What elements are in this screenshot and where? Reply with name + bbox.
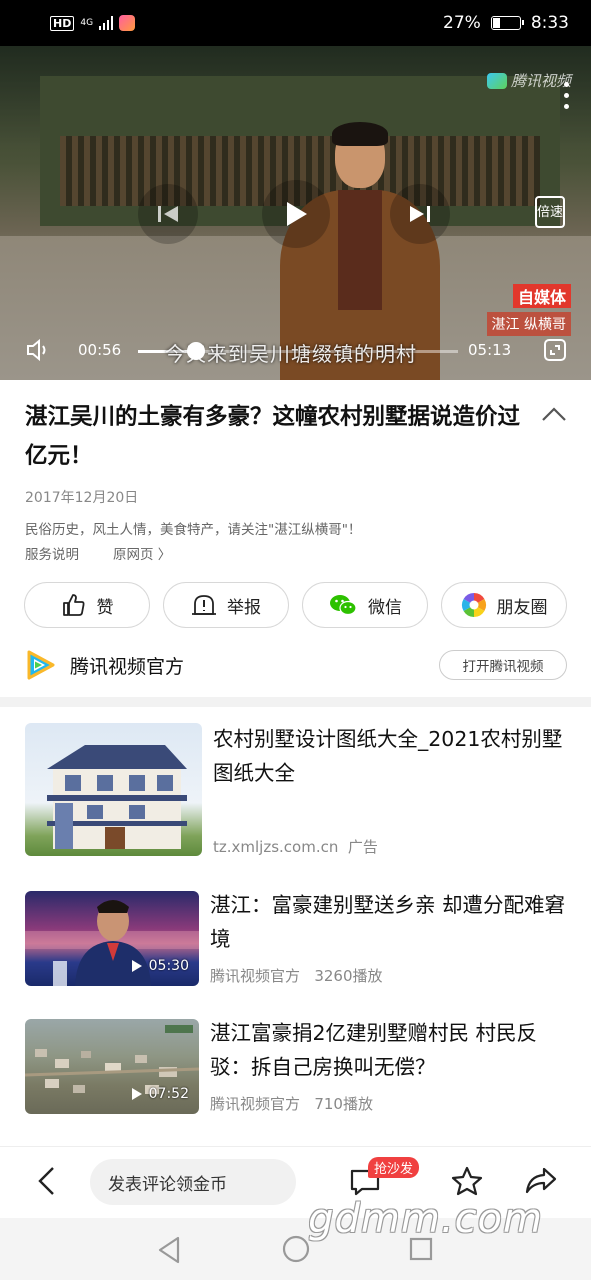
open-tencent-video-button[interactable]: 打开腾讯视频	[439, 650, 567, 680]
current-time: 00:56	[78, 341, 122, 359]
item-meta: 腾讯视频官方 710播放	[210, 1093, 373, 1114]
status-bar: HD 4G 27% 8:33	[0, 0, 591, 46]
play-count: 710播放	[314, 1095, 373, 1113]
total-duration: 05:13	[468, 341, 512, 359]
article-links: 服务说明 原网页 〉	[25, 543, 171, 563]
wechat-icon	[330, 595, 357, 616]
back-icon[interactable]	[36, 1165, 56, 1197]
play-icon	[131, 960, 142, 972]
original-page-label: 原网页	[113, 547, 154, 563]
item-title[interactable]: 湛江富豪捐2亿建别墅赠村民 村民反驳：拆自己房换叫无偿？	[210, 1016, 565, 1084]
duration-text: 05:30	[148, 958, 189, 974]
like-label: 赞	[96, 597, 114, 618]
clock: 8:33	[530, 13, 569, 33]
sofa-badge: 抢沙发	[368, 1157, 420, 1178]
wechat-label: 微信	[368, 597, 402, 618]
network-type: 4G	[80, 17, 94, 28]
nav-back-icon[interactable]	[156, 1235, 182, 1265]
item-source: 腾讯视频官方	[210, 967, 301, 985]
item-meta: tz.xmljzs.com.cn 广告	[213, 836, 378, 857]
more-options-icon[interactable]	[564, 82, 569, 109]
article-description: 民俗历史，风土人情，美食特产，请关注"湛江纵横哥"！	[25, 522, 362, 538]
video-controls: 00:56 今天来到吴川塘缀镇的明村 05:13	[0, 322, 591, 380]
skip-previous-icon	[158, 206, 178, 222]
ad-label: 广告	[347, 838, 378, 856]
service-info-link[interactable]: 服务说明	[25, 543, 79, 563]
progress-knob[interactable]	[186, 342, 205, 360]
item-title[interactable]: 湛江：富豪建别墅送乡亲 却遭分配难窘境	[210, 888, 565, 956]
publish-date: 2017年12月20日	[25, 490, 139, 506]
comment-input[interactable]: 发表评论领金币	[90, 1159, 296, 1205]
item-title[interactable]: 农村别墅设计图纸大全_2021农村别墅图纸大全	[213, 722, 563, 790]
next-button[interactable]	[390, 184, 450, 244]
battery-percent: 27%	[443, 13, 481, 33]
share-wechat-button[interactable]: 微信	[302, 582, 428, 628]
battery-icon	[490, 16, 524, 30]
report-icon	[192, 595, 216, 615]
video-watermark: 腾讯视频	[486, 70, 571, 91]
item-thumbnail: 05:30	[25, 891, 199, 986]
report-button[interactable]: 举报	[163, 582, 289, 628]
source-name[interactable]: 腾讯视频官方	[70, 652, 184, 679]
item-meta: 腾讯视频官方 3260播放	[210, 965, 383, 986]
play-button[interactable]	[262, 180, 330, 248]
playback-speed-button[interactable]: 倍速	[535, 196, 565, 228]
moments-icon	[461, 593, 486, 617]
report-label: 举报	[227, 597, 261, 618]
item-duration: 07:52	[131, 1086, 189, 1102]
volume-icon[interactable]	[26, 338, 52, 362]
villa-image	[47, 745, 187, 849]
section-divider	[0, 697, 591, 707]
item-duration: 05:30	[131, 958, 189, 974]
play-icon	[287, 202, 307, 226]
article-title: 湛江吴川的土豪有多豪？这幢农村别墅据说造价过亿元！	[25, 404, 521, 469]
fullscreen-icon[interactable]	[543, 338, 567, 362]
favorite-star-icon[interactable]	[450, 1165, 484, 1197]
action-buttons: 赞 举报 微信 朋友圈	[24, 582, 567, 628]
item-thumbnail	[25, 723, 202, 856]
signal-icon	[99, 16, 114, 30]
list-item[interactable]: 07:52 湛江富豪捐2亿建别墅赠村民 村民反驳：拆自己房换叫无偿？ 腾讯视频官…	[0, 1018, 591, 1118]
nav-home-icon[interactable]	[282, 1235, 310, 1263]
skip-next-icon	[410, 206, 430, 222]
channel-badge-top: 自媒体	[512, 284, 571, 308]
video-watermark-text: 腾讯视频	[510, 72, 571, 90]
video-player[interactable]: 腾讯视频 倍速 自媒体 湛江 纵横哥 00:56 今天来到吴川塘缀镇的明村 05…	[0, 46, 591, 380]
chevron-right-icon: 〉	[157, 547, 172, 563]
play-icon	[131, 1088, 142, 1100]
play-count: 3260播放	[314, 967, 383, 985]
tencent-video-logo-icon	[486, 72, 507, 89]
hd-indicator: HD	[50, 15, 75, 31]
collapse-chevron-icon[interactable]	[541, 406, 567, 422]
moments-label: 朋友圈	[496, 597, 548, 618]
like-button[interactable]: 赞	[24, 582, 150, 628]
list-item[interactable]: 农村别墅设计图纸大全_2021农村别墅图纸大全 tz.xmljzs.com.cn…	[0, 722, 591, 862]
previous-button[interactable]	[138, 184, 198, 244]
duration-text: 07:52	[148, 1086, 189, 1102]
app-notification-icon	[119, 15, 136, 31]
item-thumbnail: 07:52	[25, 1019, 199, 1114]
original-page-link[interactable]: 原网页 〉	[113, 543, 171, 563]
share-icon[interactable]	[524, 1165, 558, 1195]
share-moments-button[interactable]: 朋友圈	[441, 582, 567, 628]
thumbs-up-icon	[62, 594, 84, 616]
list-item[interactable]: 05:30 湛江：富豪建别墅送乡亲 却遭分配难窘境 腾讯视频官方 3260播放	[0, 890, 591, 990]
item-source: 腾讯视频官方	[210, 1095, 301, 1113]
tencent-video-logo-icon[interactable]	[24, 649, 56, 681]
item-source: tz.xmljzs.com.cn	[213, 838, 339, 856]
site-watermark: gdmm.com	[308, 1196, 543, 1242]
source-row: 腾讯视频官方 打开腾讯视频	[24, 648, 567, 682]
